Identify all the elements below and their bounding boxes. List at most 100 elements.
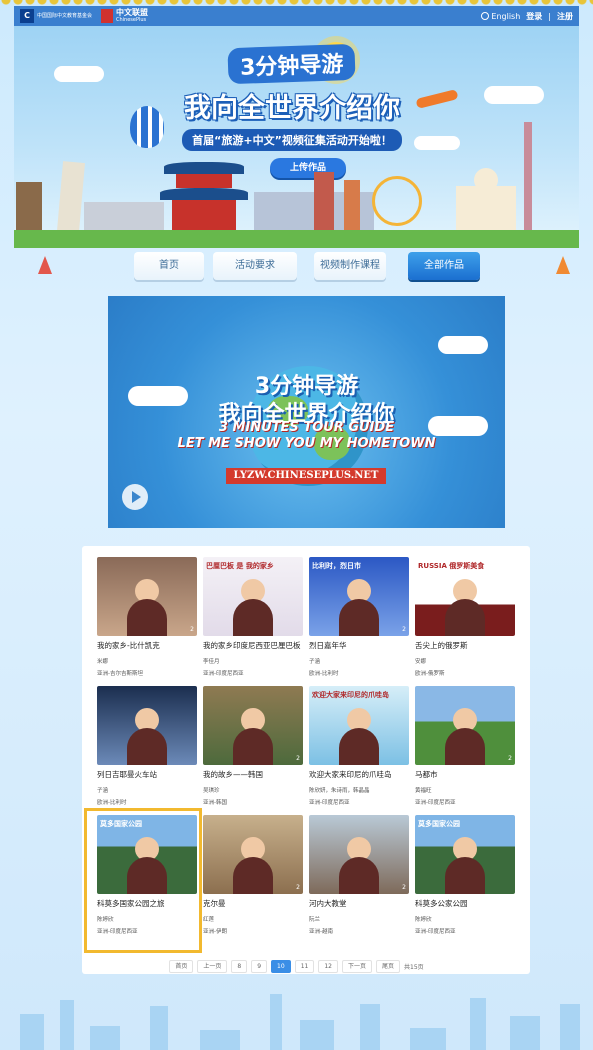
- ferris-wheel-decoration: [372, 176, 422, 226]
- work-title[interactable]: 我的家乡-比什凯克: [97, 640, 201, 651]
- top-header: C 中国国际中文教育基金会 中文联盟 ChinesePlus English 登…: [14, 6, 579, 26]
- work-card[interactable]: 欢迎大家来印尼的爪哇岛 欢迎大家来印尼的爪哇岛 陈欣妍，朱诗雨，韩晶晶 亚洲-印度尼西…: [309, 686, 409, 810]
- work-card[interactable]: 2 河内大教堂 阮兰 亚洲-越南: [309, 815, 409, 939]
- work-thumbnail[interactable]: 莫多国家公园: [415, 815, 515, 894]
- skyline-decoration: [314, 172, 334, 232]
- work-card[interactable]: 2 我的家乡-比什凯克 米娜 亚洲-吉尔吉斯斯坦: [97, 557, 197, 681]
- work-author: 安娜: [415, 659, 427, 665]
- work-thumbnail[interactable]: 2: [415, 686, 515, 765]
- page-number[interactable]: 11: [294, 960, 315, 973]
- person-figure-body: [339, 728, 379, 765]
- work-region: 亚洲-印度尼西亚: [415, 929, 456, 935]
- work-title[interactable]: 克尔曼: [203, 898, 307, 909]
- nav-all-works[interactable]: 全部作品: [408, 252, 480, 280]
- person-figure-body: [233, 728, 273, 765]
- page-number[interactable]: 8: [231, 960, 248, 973]
- work-title[interactable]: 列日吉耶曼火车站: [97, 769, 201, 780]
- page-last[interactable]: 尾页: [375, 960, 400, 973]
- page-next[interactable]: 下一页: [341, 960, 372, 973]
- page-number[interactable]: 9: [251, 960, 268, 973]
- work-author: 李佳月: [203, 659, 220, 665]
- nav-requirements[interactable]: 活动要求: [213, 252, 297, 280]
- taj-mahal-decoration: [456, 168, 516, 232]
- work-card[interactable]: 2 马都市 黄福旺 亚洲-印度尼西亚: [415, 686, 515, 810]
- view-count: 2: [190, 626, 194, 633]
- ground-decoration: [14, 230, 579, 248]
- nav-video-course[interactable]: 视频制作课程: [314, 252, 386, 280]
- work-thumbnail[interactable]: RUSSIA 俄罗斯美食: [415, 557, 515, 636]
- page-number-current[interactable]: 10: [271, 960, 291, 973]
- page-first[interactable]: 首页: [169, 960, 194, 973]
- page: C 中国国际中文教育基金会 中文联盟 ChinesePlus English 登…: [0, 0, 593, 1050]
- work-card[interactable]: 比利时，烈日市 2 烈日嘉年华 子涵 欧洲-比利时: [309, 557, 409, 681]
- work-thumbnail[interactable]: 2: [309, 815, 409, 894]
- work-title[interactable]: 河内大教堂: [309, 898, 413, 909]
- work-thumbnail[interactable]: [97, 686, 197, 765]
- person-figure-body: [445, 728, 485, 765]
- hero-title-line1: 3分钟导游: [227, 43, 357, 85]
- skyline-decoration: [344, 180, 360, 232]
- globe-icon: [481, 12, 490, 20]
- leaning-tower-decoration: [56, 161, 86, 233]
- view-count: 2: [402, 884, 406, 891]
- work-region: 亚洲-吉尔吉斯斯坦: [97, 671, 143, 677]
- foundation-logo[interactable]: C 中国国际中文教育基金会: [20, 9, 95, 23]
- hero-title: 3分钟导游 我向全世界介绍你 首届“旅游+中文”视频征集活动开始啦！: [152, 43, 432, 151]
- temple-of-heaven-decoration: [160, 162, 248, 232]
- work-region: 亚洲-印度尼西亚: [415, 800, 456, 806]
- chineseplus-logo-title: 中文联盟: [116, 8, 148, 17]
- person-figure-body: [445, 857, 485, 894]
- person-figure-body: [339, 857, 379, 894]
- work-card[interactable]: 2 我的故乡——韩国 吴琪珍 亚洲-韩国: [203, 686, 303, 810]
- work-title[interactable]: 我的家乡印度尼西亚巴厘巴板: [203, 640, 307, 651]
- work-card[interactable]: 巴厘巴板 是 我的家乡 我的家乡印度尼西亚巴厘巴板 李佳月 亚洲-印度尼西亚: [203, 557, 303, 681]
- work-region: 欧洲-比利时: [97, 800, 127, 806]
- work-card[interactable]: 2 克尔曼 红莲 亚洲-伊朗: [203, 815, 303, 939]
- foundation-logo-icon: C: [20, 9, 34, 23]
- work-thumbnail[interactable]: 2: [203, 686, 303, 765]
- work-title[interactable]: 烈日嘉年华: [309, 640, 413, 651]
- work-thumbnail[interactable]: 巴厘巴板 是 我的家乡: [203, 557, 303, 636]
- work-title[interactable]: 科莫多公家公园: [415, 898, 519, 909]
- nav-home[interactable]: 首页: [134, 252, 204, 280]
- work-thumbnail[interactable]: 2: [203, 815, 303, 894]
- work-thumbnail[interactable]: 欢迎大家来印尼的爪哇岛: [309, 686, 409, 765]
- chineseplus-logo[interactable]: 中文联盟 ChinesePlus: [101, 9, 148, 23]
- work-card[interactable]: 列日吉耶曼火车站 子涵 欧洲-比利时: [97, 686, 197, 810]
- login-link[interactable]: 登录: [526, 11, 542, 22]
- work-author: 子涵: [97, 788, 109, 794]
- selected-work-highlight: [84, 808, 202, 953]
- promo-video[interactable]: 3分钟导游 我向全世界介绍你 3 MINUTES TOUR GUIDE LET …: [108, 296, 505, 528]
- view-count: 2: [508, 755, 512, 762]
- work-author: 子涵: [309, 659, 321, 665]
- cloud-decoration: [54, 66, 104, 82]
- work-region: 亚洲-伊朗: [203, 929, 227, 935]
- work-region: 亚洲-印度尼西亚: [309, 800, 350, 806]
- play-icon[interactable]: [122, 484, 148, 510]
- video-url: LYZW.CHINESEPLUS.NET: [226, 468, 386, 484]
- page-number[interactable]: 12: [318, 960, 338, 973]
- upload-work-button[interactable]: 上传作品: [270, 158, 346, 178]
- hero-banner: 3分钟导游 我向全世界介绍你 首届“旅游+中文”视频征集活动开始啦！ 上传作品: [14, 26, 579, 248]
- work-title[interactable]: 我的故乡——韩国: [203, 769, 307, 780]
- work-title[interactable]: 欢迎大家来印尼的爪哇岛: [309, 769, 413, 780]
- page-prev[interactable]: 上一页: [197, 960, 228, 973]
- register-link[interactable]: 注册: [557, 11, 573, 22]
- work-author: 陈婷欣: [415, 917, 432, 923]
- work-region: 亚洲-印度尼西亚: [203, 671, 244, 677]
- sailboat-icon: [556, 256, 570, 274]
- work-author: 吴琪珍: [203, 788, 220, 794]
- work-region: 亚洲-越南: [309, 929, 333, 935]
- foundation-logo-text: 中国国际中文教育基金会: [37, 13, 93, 19]
- work-thumbnail[interactable]: 2: [97, 557, 197, 636]
- work-title[interactable]: 舌尖上的俄罗斯: [415, 640, 519, 651]
- cloud-decoration: [438, 336, 488, 354]
- thumbnail-caption: 莫多国家公园: [418, 820, 460, 828]
- work-title[interactable]: 马都市: [415, 769, 519, 780]
- work-card[interactable]: 莫多国家公园 科莫多公家公园 陈婷欣 亚洲-印度尼西亚: [415, 815, 515, 939]
- bottom-skyline-decoration: [0, 984, 593, 1050]
- language-switch[interactable]: English: [481, 12, 520, 21]
- work-region: 欧洲-俄罗斯: [415, 671, 445, 677]
- work-thumbnail[interactable]: 比利时，烈日市 2: [309, 557, 409, 636]
- work-card[interactable]: RUSSIA 俄罗斯美食 舌尖上的俄罗斯 安娜 欧洲-俄罗斯: [415, 557, 515, 681]
